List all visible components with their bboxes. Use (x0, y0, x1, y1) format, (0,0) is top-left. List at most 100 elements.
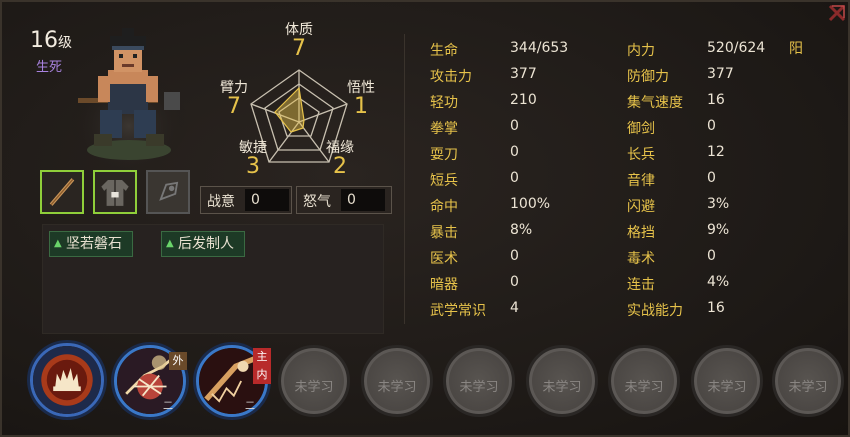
column-divider (404, 34, 405, 324)
stat-label: 格挡 (627, 225, 655, 241)
stat-label: 武学常识 (430, 303, 486, 319)
stat-value: 0 (707, 248, 716, 264)
battle-intent-value: 0 (245, 189, 289, 211)
skill-level: 二 (163, 401, 173, 412)
skill-slot-locked[interactable]: 未学习 (526, 345, 598, 417)
stat-label: 命中 (430, 199, 458, 215)
yin-yang-indicator: 阳 (789, 41, 803, 57)
attr-agility[interactable]: 敏捷 3 (233, 140, 273, 178)
stat-value: 344/653 (510, 40, 569, 56)
stat-label: 短兵 (430, 173, 458, 189)
rage-label: 怒气 (303, 194, 331, 210)
locked-label: 未学习 (294, 380, 334, 395)
skill-slot-locked[interactable]: 未学习 (691, 345, 763, 417)
trait-item[interactable]: ▲ 后发制人 (161, 231, 245, 257)
stat-label: 集气速度 (627, 95, 683, 111)
attr-constitution[interactable]: 体质 7 (279, 22, 319, 60)
stat-label: 毒术 (627, 251, 655, 267)
attr-strength-value: 7 (227, 94, 241, 119)
skill-slot-3[interactable]: 主 内 二 (196, 345, 271, 417)
stat-label: 实战能力 (627, 303, 683, 319)
stat-value: 3% (707, 196, 730, 212)
skill-slot-locked[interactable]: 未学习 (361, 345, 433, 417)
character-title: 生死 (36, 60, 63, 75)
skill-slot-2[interactable]: 外 二 (114, 345, 187, 417)
skills-bar: 外 二 主 内 二 未学习 未学习 未学习 未学习 未学习 未学习 未学习 (12, 337, 844, 427)
stat-label: 御剑 (627, 121, 655, 137)
battle-intent-gauge: 战意 0 (200, 186, 292, 214)
locked-label: 未学习 (707, 380, 747, 395)
stat-value: 377 (510, 66, 537, 82)
stat-value: 0 (707, 118, 716, 134)
stat-label: 长兵 (627, 147, 655, 163)
stat-value: 100% (510, 196, 551, 212)
external-skill-tag: 外 (169, 352, 187, 370)
stat-label: 耍刀 (430, 147, 458, 163)
stat-value: 8% (510, 222, 533, 238)
stat-label: 闪避 (627, 199, 655, 215)
staff-icon (49, 178, 75, 206)
character-panel: 16级 生死 体质 7 悟性 1 福缘 2 敏捷 3 臂力 7 战意 0 怒气 … (0, 0, 850, 437)
locked-label: 未学习 (624, 380, 664, 395)
stat-value: 210 (510, 92, 537, 108)
flame-fist-skill-icon (33, 346, 101, 414)
stat-value: 16 (707, 300, 725, 316)
empty-accessory-icon (159, 181, 179, 201)
skill-slot-locked[interactable]: 未学习 (772, 345, 844, 417)
skill-slot-locked[interactable]: 未学习 (608, 345, 680, 417)
skill-slot-locked[interactable]: 未学习 (443, 345, 515, 417)
weapon-slot[interactable] (40, 170, 84, 214)
stat-label: 防御力 (627, 69, 669, 85)
attr-constitution-value: 7 (292, 36, 306, 61)
stat-value: 4 (510, 300, 519, 316)
stat-value: 0 (510, 274, 519, 290)
internal-skill-tag: 内 (253, 366, 271, 384)
stat-value: 0 (510, 248, 519, 264)
stat-label: 生命 (430, 43, 458, 59)
locked-label: 未学习 (542, 380, 582, 395)
stat-value: 0 (510, 170, 519, 186)
stat-label: 连击 (627, 277, 655, 293)
attr-comprehension[interactable]: 悟性 1 (341, 80, 381, 118)
robe-icon (99, 178, 131, 208)
trait-label: 坚若磐石 (66, 236, 122, 252)
stat-value: 4% (707, 274, 730, 290)
attr-strength[interactable]: 臂力 7 (214, 80, 254, 118)
stat-label: 内力 (627, 43, 655, 59)
character-portrait[interactable] (64, 20, 194, 170)
up-arrow-icon: ▲ (54, 238, 62, 249)
battle-intent-label: 战意 (207, 194, 235, 210)
stat-label: 暗器 (430, 277, 458, 293)
corner-ornament-icon (828, 4, 846, 22)
passive-traits-panel: ▲ 坚若磐石 ▲ 后发制人 (42, 224, 384, 334)
skill-slot-locked[interactable]: 未学习 (278, 345, 350, 417)
accessory-slot[interactable] (146, 170, 190, 214)
locked-label: 未学习 (459, 380, 499, 395)
up-arrow-icon: ▲ (166, 238, 174, 249)
attribute-radar: 体质 7 悟性 1 福缘 2 敏捷 3 臂力 7 (207, 16, 392, 186)
rage-gauge: 怒气 0 (296, 186, 392, 214)
trait-item[interactable]: ▲ 坚若磐石 (49, 231, 133, 257)
stat-label: 轻功 (430, 95, 458, 111)
trait-label: 后发制人 (178, 236, 234, 252)
locked-label: 未学习 (788, 380, 828, 395)
level-number: 16 (30, 28, 58, 53)
attr-agility-value: 3 (246, 154, 260, 179)
skill-level: 二 (245, 401, 255, 412)
skill-slot-1[interactable] (30, 343, 104, 417)
stat-value: 0 (510, 118, 519, 134)
attr-comprehension-value: 1 (354, 94, 368, 119)
rage-value: 0 (341, 189, 385, 211)
armor-slot[interactable] (93, 170, 137, 214)
attr-fortune[interactable]: 福缘 2 (320, 140, 360, 178)
stat-value: 377 (707, 66, 734, 82)
stat-label: 拳掌 (430, 121, 458, 137)
stat-label: 医术 (430, 251, 458, 267)
stat-value: 16 (707, 92, 725, 108)
stat-label: 暴击 (430, 225, 458, 241)
stat-value: 0 (707, 170, 716, 186)
stat-value: 9% (707, 222, 730, 238)
stat-label: 音律 (627, 173, 655, 189)
stat-value: 12 (707, 144, 725, 160)
main-skill-tag: 主 (253, 348, 271, 366)
